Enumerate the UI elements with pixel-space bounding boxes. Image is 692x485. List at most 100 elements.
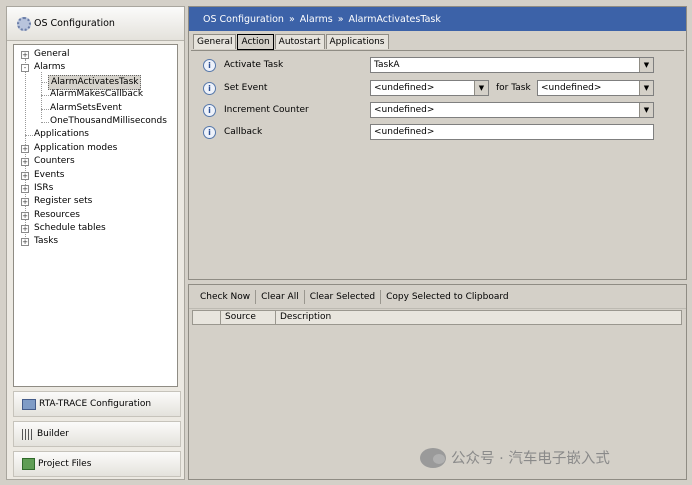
activate-task-label: Activate Task bbox=[224, 60, 284, 70]
callback-value: <undefined> bbox=[374, 127, 435, 137]
tree-item[interactable]: - Alarms bbox=[14, 61, 177, 74]
rta-trace-icon bbox=[22, 398, 36, 410]
breadcrumb-item: Alarms bbox=[299, 13, 333, 25]
for-task-label: for Task bbox=[496, 83, 531, 93]
tree-item[interactable]: + Resources bbox=[14, 209, 177, 222]
messages-list-header: Source Description bbox=[192, 310, 682, 325]
info-icon[interactable]: i bbox=[203, 126, 216, 139]
tree-item-label: Counters bbox=[34, 156, 75, 167]
expand-icon[interactable]: + bbox=[21, 225, 29, 234]
tree-item-label: OneThousandMilliseconds bbox=[50, 115, 167, 126]
gear-icon bbox=[17, 16, 31, 31]
tree-item-label: AlarmMakesCallback bbox=[50, 89, 144, 100]
wechat-icon bbox=[420, 447, 446, 468]
tree-item[interactable]: Applications bbox=[14, 128, 177, 141]
tree-subitem[interactable]: AlarmActivatesTask bbox=[14, 74, 177, 91]
alarm-editor-panel: OS Configuration » Alarms » AlarmActivat… bbox=[188, 6, 687, 280]
tree-item-label: Resources bbox=[34, 209, 80, 220]
expand-icon[interactable]: + bbox=[21, 184, 29, 193]
expand-icon[interactable]: + bbox=[21, 198, 29, 207]
breadcrumb: OS Configuration » Alarms » AlarmActivat… bbox=[189, 7, 686, 31]
os-configuration-header[interactable]: OS Configuration bbox=[7, 7, 184, 41]
tree-item[interactable]: + Application modes bbox=[14, 142, 177, 155]
callback-row: i Callback <undefined> bbox=[191, 124, 686, 142]
tab-strip: General Action Autostart Applications bbox=[193, 34, 390, 50]
nav-builder[interactable]: Builder bbox=[13, 421, 181, 447]
tree-item[interactable]: + Schedule tables bbox=[14, 222, 177, 235]
action-tab-body: i Activate Task TaskA ▼ i Set Event <und… bbox=[191, 50, 684, 277]
info-icon[interactable]: i bbox=[203, 82, 216, 95]
set-event-select[interactable]: <undefined> ▼ bbox=[370, 80, 489, 96]
tree-item[interactable]: + General bbox=[14, 48, 177, 61]
activate-task-row: i Activate Task TaskA ▼ bbox=[191, 57, 686, 75]
activate-task-value: TaskA bbox=[374, 60, 400, 70]
expand-icon[interactable]: + bbox=[21, 51, 29, 59]
info-icon[interactable]: i bbox=[203, 59, 216, 72]
expand-icon[interactable]: + bbox=[21, 238, 29, 247]
collapse-icon[interactable]: - bbox=[21, 64, 29, 73]
activate-task-select[interactable]: TaskA ▼ bbox=[370, 57, 654, 73]
for-task-value: <undefined> bbox=[541, 83, 602, 93]
column-header-description[interactable]: Description bbox=[276, 311, 681, 324]
expand-icon[interactable]: + bbox=[21, 144, 29, 153]
breadcrumb-item: OS Configuration bbox=[203, 13, 284, 25]
column-header-icon[interactable] bbox=[193, 311, 221, 324]
nav-rta-trace-configuration[interactable]: RTA-TRACE Configuration bbox=[13, 391, 181, 417]
tree-item-label: ISRs bbox=[34, 182, 54, 193]
tree-item[interactable]: + Register sets bbox=[14, 195, 177, 208]
tree-item-label: Register sets bbox=[34, 196, 93, 207]
messages-toolbar: Check Now Clear All Clear Selected Copy … bbox=[189, 285, 686, 309]
dropdown-arrow-icon[interactable]: ▼ bbox=[474, 81, 488, 95]
clear-selected-button[interactable]: Clear Selected bbox=[305, 288, 380, 306]
dropdown-arrow-icon[interactable]: ▼ bbox=[639, 103, 653, 117]
tab-action[interactable]: Action bbox=[237, 34, 274, 50]
increment-counter-row: i Increment Counter <undefined> ▼ bbox=[191, 102, 686, 120]
project-files-icon bbox=[22, 458, 35, 470]
column-header-source[interactable]: Source bbox=[221, 311, 276, 324]
tree-item-label: Alarms bbox=[34, 62, 66, 73]
dropdown-arrow-icon[interactable]: ▼ bbox=[639, 81, 653, 95]
tree-item-label: Events bbox=[34, 169, 65, 180]
nav-rta-trace-label: RTA-TRACE Configuration bbox=[39, 399, 152, 409]
breadcrumb-separator: » bbox=[337, 13, 344, 25]
tree-item[interactable]: + Tasks bbox=[14, 235, 177, 248]
tab-applications[interactable]: Applications bbox=[325, 34, 389, 49]
breadcrumb-separator: » bbox=[288, 13, 295, 25]
tree-item-label: General bbox=[34, 49, 70, 59]
tree-item-label: Application modes bbox=[34, 142, 118, 153]
set-event-label: Set Event bbox=[224, 83, 268, 93]
set-event-value: <undefined> bbox=[374, 83, 435, 93]
callback-label: Callback bbox=[224, 127, 263, 137]
tree-subitem[interactable]: AlarmSetsEvent bbox=[14, 102, 177, 115]
tab-general[interactable]: General bbox=[193, 34, 237, 49]
dropdown-arrow-icon[interactable]: ▼ bbox=[639, 58, 653, 72]
tree-item[interactable]: + ISRs bbox=[14, 182, 177, 195]
nav-builder-label: Builder bbox=[37, 429, 69, 439]
clear-all-button[interactable]: Clear All bbox=[256, 288, 304, 306]
os-configuration-label: OS Configuration bbox=[34, 18, 115, 29]
nav-project-files[interactable]: Project Files bbox=[13, 451, 181, 477]
for-task-select[interactable]: <undefined> ▼ bbox=[537, 80, 654, 96]
builder-icon bbox=[22, 428, 34, 440]
increment-counter-select[interactable]: <undefined> ▼ bbox=[370, 102, 654, 118]
expand-icon[interactable]: + bbox=[21, 211, 29, 220]
tab-autostart[interactable]: Autostart bbox=[274, 34, 325, 49]
breadcrumb-item: AlarmActivatesTask bbox=[348, 13, 441, 25]
configuration-tree[interactable]: + General - Alarms AlarmActivatesTask AlarmMa… bbox=[13, 44, 178, 387]
copy-selected-button[interactable]: Copy Selected to Clipboard bbox=[381, 288, 513, 306]
tree-item-label: Applications bbox=[34, 129, 89, 140]
expand-icon[interactable]: + bbox=[21, 171, 29, 180]
tree-item[interactable]: + Events bbox=[14, 169, 177, 182]
info-icon[interactable]: i bbox=[203, 104, 216, 117]
tree-item-label: Tasks bbox=[34, 236, 59, 247]
tree-subitem[interactable]: OneThousandMilliseconds bbox=[14, 115, 177, 128]
tree-item[interactable]: + Counters bbox=[14, 155, 177, 168]
watermark: 公众号 · 汽车电子嵌入式 bbox=[420, 447, 610, 468]
tree-subitem[interactable]: AlarmMakesCallback bbox=[14, 88, 177, 101]
watermark-text: 公众号 · 汽车电子嵌入式 bbox=[451, 451, 610, 467]
callback-input[interactable]: <undefined> bbox=[370, 124, 654, 140]
left-panel: OS Configuration + General - Alarms AlarmAct… bbox=[6, 6, 185, 480]
increment-counter-value: <undefined> bbox=[374, 105, 435, 115]
check-now-button[interactable]: Check Now bbox=[195, 288, 255, 306]
expand-icon[interactable]: + bbox=[21, 158, 29, 167]
